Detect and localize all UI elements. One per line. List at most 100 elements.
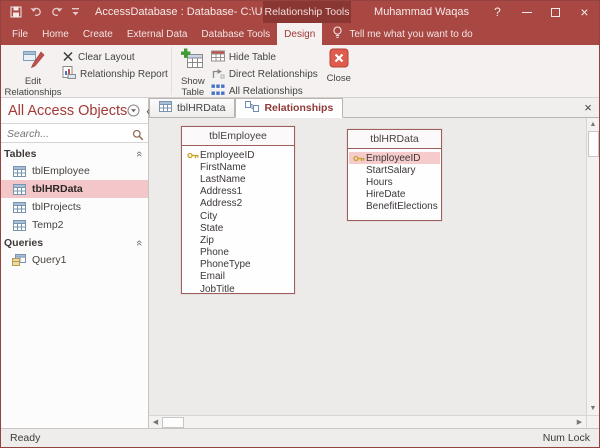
scroll-right-icon[interactable]: ▶ <box>573 416 586 429</box>
maximize-icon <box>551 8 560 17</box>
table-icon <box>12 220 26 231</box>
titlebar: AccessDatabase : Database- C:\Users\Mu..… <box>1 1 599 23</box>
status-bar: Ready Num Lock <box>1 428 599 447</box>
table-box-tblhrdata[interactable]: tblHRData EmployeeIDStartSalaryHoursHireD… <box>347 129 442 221</box>
search-icon[interactable] <box>132 128 144 146</box>
status-ready: Ready <box>10 432 40 444</box>
field-startsalary[interactable]: StartSalary <box>348 164 441 176</box>
help-button[interactable]: ? <box>483 1 512 23</box>
table-box-title[interactable]: tblHRData <box>348 130 441 149</box>
tab-external-data[interactable]: External Data <box>120 23 195 45</box>
vertical-scrollbar[interactable]: ▲ ▼ <box>586 118 599 415</box>
nav-item-tblemployee[interactable]: tblEmployee <box>1 162 148 180</box>
field-name-label: Hours <box>366 177 393 188</box>
save-icon[interactable] <box>10 6 22 18</box>
search-input[interactable] <box>1 125 148 143</box>
minimize-button[interactable] <box>512 1 541 23</box>
field-employeeid[interactable]: EmployeeID <box>182 149 294 161</box>
field-name-label: EmployeeID <box>366 153 420 164</box>
field-phonetype[interactable]: PhoneType <box>182 259 294 271</box>
field-lastname[interactable]: LastName <box>182 173 294 185</box>
nav-pane-menu-icon[interactable] <box>127 104 140 117</box>
nav-item-temp2[interactable]: Temp2 <box>1 216 148 234</box>
show-table-button[interactable]: Show Table <box>175 47 211 98</box>
clear-layout-label: Clear Layout <box>78 52 135 63</box>
relationship-canvas[interactable]: ▲ ▼ tblEmployeeEmployeeIDFirstNameLastNa… <box>149 118 599 415</box>
table-box-tblemployee[interactable]: tblEmployeeEmployeeIDFirstNameLastNameAd… <box>181 126 295 294</box>
relationship-report-label: Relationship Report <box>80 69 168 80</box>
undo-icon[interactable] <box>29 7 43 17</box>
close-window-button[interactable]: × <box>570 1 599 23</box>
all-relationships-icon <box>211 84 225 99</box>
field-employeeid[interactable]: EmployeeID <box>349 152 440 164</box>
scroll-left-icon[interactable]: ◀ <box>149 416 162 429</box>
horizontal-scrollbar[interactable]: ◀ ▶ <box>149 415 599 428</box>
redo-icon[interactable] <box>50 7 64 17</box>
field-zip[interactable]: Zip <box>182 234 294 246</box>
field-hours[interactable]: Hours <box>348 176 441 188</box>
tab-home[interactable]: Home <box>35 23 76 45</box>
nav-item-tblprojects[interactable]: tblProjects <box>1 198 148 216</box>
scroll-down-icon[interactable]: ▼ <box>587 402 600 415</box>
nav-item-query1[interactable]: Query1 <box>1 251 148 269</box>
nav-item-label: Temp2 <box>32 219 64 231</box>
edit-relationships-button[interactable]: Edit Relationships <box>4 47 62 98</box>
relationship-report-icon <box>62 66 76 82</box>
field-jobtitle[interactable]: JobTitle <box>182 283 294 295</box>
collapse-chevron-icon[interactable]: « <box>133 239 145 245</box>
table-icon <box>12 166 26 177</box>
relationship-report-button[interactable]: Relationship Report <box>62 67 168 81</box>
scroll-up-icon[interactable]: ▲ <box>587 118 600 131</box>
horizontal-scroll-thumb[interactable] <box>162 417 184 428</box>
tab-database-tools[interactable]: Database Tools <box>194 23 277 45</box>
hide-table-button[interactable]: Hide Table <box>211 50 318 64</box>
nav-group-header-queries[interactable]: Queries« <box>1 234 148 251</box>
field-state[interactable]: State <box>182 222 294 234</box>
field-name-label: Address2 <box>200 198 242 209</box>
nav-group-header-tables[interactable]: Tables« <box>1 145 148 162</box>
field-hiredate[interactable]: HireDate <box>348 189 441 201</box>
clear-layout-icon <box>62 50 74 65</box>
nav-item-tblhrdata[interactable]: tblHRData <box>1 180 148 198</box>
field-name-label: State <box>200 223 223 234</box>
doc-tab-tblhrdata[interactable]: tblHRData <box>149 98 235 117</box>
scrollbar-corner <box>586 416 599 429</box>
field-benefitelections[interactable]: BenefitElections <box>348 201 441 213</box>
field-phone[interactable]: Phone <box>182 247 294 259</box>
vertical-scroll-thumb[interactable] <box>588 131 599 157</box>
field-city[interactable]: City <box>182 210 294 222</box>
field-name-label: Address1 <box>200 186 242 197</box>
field-address2[interactable]: Address2 <box>182 198 294 210</box>
field-email[interactable]: Email <box>182 271 294 283</box>
doc-tab-relationships[interactable]: Relationships <box>235 98 343 118</box>
nav-list: Tables«tblEmployeetblHRDatatblProjects Te… <box>1 143 148 428</box>
workspace: All Access Objects « Tables«tblEmployeet… <box>1 98 599 428</box>
nav-pane-title[interactable]: All Access Objects <box>8 103 127 119</box>
direct-relationships-button[interactable]: Direct Relationships <box>211 67 318 81</box>
ribbon-tab-row: File Home Create External Data Database … <box>1 23 599 45</box>
account-name[interactable]: Muhammad Waqas <box>374 6 469 18</box>
field-name-label: City <box>200 211 217 222</box>
tell-me-box[interactable]: Tell me what you want to do <box>322 23 482 45</box>
all-relationships-button[interactable]: All Relationships <box>211 84 318 98</box>
direct-relationships-label: Direct Relationships <box>229 69 318 80</box>
field-address1[interactable]: Address1 <box>182 186 294 198</box>
primary-key-icon <box>353 154 366 163</box>
table-box-title[interactable]: tblEmployee <box>182 127 294 146</box>
doc-tab-label: tblHRData <box>177 102 225 114</box>
close-document-button[interactable]: × <box>577 98 599 117</box>
access-window: AccessDatabase : Database- C:\Users\Mu..… <box>0 0 600 448</box>
customize-qat-icon[interactable] <box>71 7 80 17</box>
maximize-button[interactable] <box>541 1 570 23</box>
close-relationships-button[interactable]: Close <box>318 47 360 85</box>
field-firstname[interactable]: FirstName <box>182 161 294 173</box>
tab-create[interactable]: Create <box>76 23 120 45</box>
primary-key-icon <box>187 151 200 160</box>
collapse-chevron-icon[interactable]: « <box>133 150 145 156</box>
field-name-label: JobTitle <box>200 284 235 295</box>
tab-file[interactable]: File <box>5 23 35 45</box>
clear-layout-button[interactable]: Clear Layout <box>62 50 168 64</box>
tab-design[interactable]: Design <box>277 23 322 45</box>
minimize-icon <box>522 12 532 13</box>
table-icon <box>12 184 26 195</box>
